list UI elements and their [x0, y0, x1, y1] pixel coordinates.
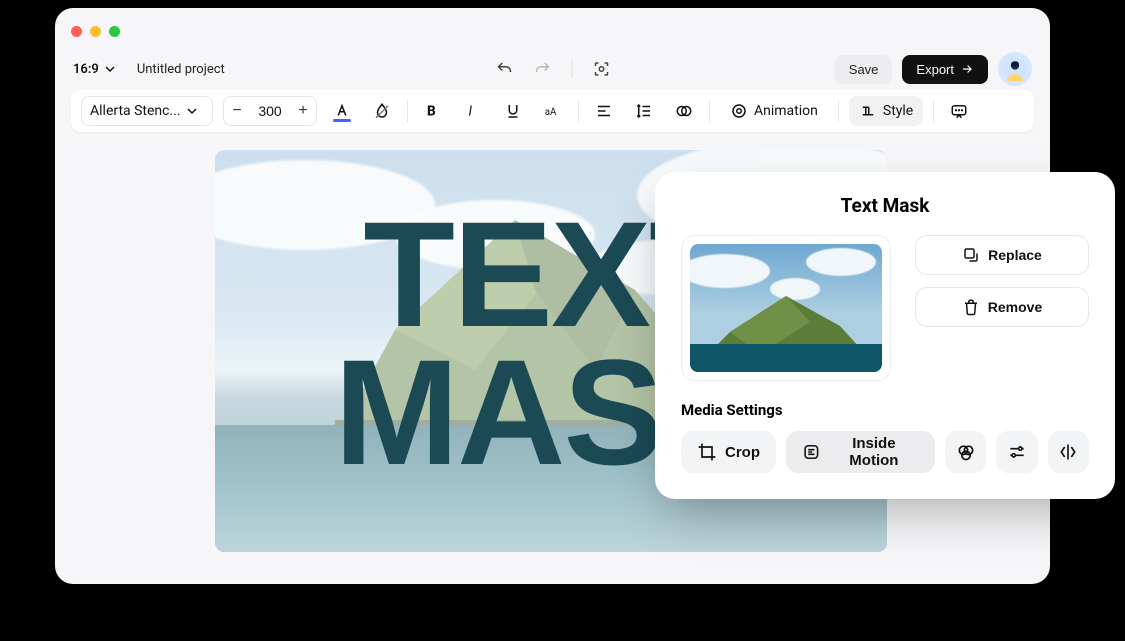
crop-label: Crop: [725, 444, 760, 461]
replace-label: Replace: [988, 247, 1042, 263]
crop-button[interactable]: Crop: [681, 431, 776, 473]
svg-text:B: B: [427, 104, 436, 120]
arrow-right-icon: [960, 62, 974, 76]
chevron-down-icon: [187, 106, 197, 116]
font-size-increment[interactable]: +: [290, 97, 316, 125]
font-size-stepper[interactable]: − +: [223, 96, 317, 126]
media-settings-heading: Media Settings: [681, 401, 1089, 419]
format-toolbar: Allerta Stenc... − + B I aA: [71, 90, 1034, 132]
filters-icon: [956, 442, 976, 462]
line-spacing-button[interactable]: [629, 96, 659, 126]
trash-icon: [962, 298, 980, 316]
adjust-button[interactable]: [996, 431, 1037, 473]
close-window-dot[interactable]: [71, 26, 82, 37]
aspect-ratio-select[interactable]: 16:9: [73, 62, 115, 77]
remove-button[interactable]: Remove: [915, 287, 1089, 327]
style-button[interactable]: Style: [849, 96, 923, 126]
font-family-select[interactable]: Allerta Stenc...: [81, 96, 213, 126]
align-button[interactable]: [589, 96, 619, 126]
inside-motion-label: Inside Motion: [829, 435, 919, 469]
style-label: Style: [883, 103, 913, 119]
avatar[interactable]: [998, 52, 1032, 86]
replace-icon: [962, 246, 980, 264]
motion-icon: [802, 442, 821, 462]
flip-button[interactable]: [1048, 431, 1089, 473]
window-controls: [71, 26, 120, 37]
undo-button[interactable]: [495, 60, 513, 78]
separator: [709, 100, 710, 122]
mask-image-preview[interactable]: [681, 235, 891, 381]
bold-button[interactable]: B: [418, 96, 448, 126]
maximize-window-dot[interactable]: [109, 26, 120, 37]
font-family-label: Allerta Stenc...: [90, 103, 181, 119]
panel-title: Text Mask: [681, 194, 1089, 217]
separator: [838, 100, 839, 122]
adjust-icon: [1007, 442, 1027, 462]
underline-button[interactable]: [498, 96, 528, 126]
replace-button[interactable]: Replace: [915, 235, 1089, 275]
separator: [571, 60, 572, 78]
save-button[interactable]: Save: [835, 55, 893, 84]
separator: [578, 100, 579, 122]
project-title[interactable]: Untitled project: [137, 62, 225, 77]
export-label: Export: [916, 62, 954, 77]
crop-icon: [697, 442, 717, 462]
italic-button[interactable]: I: [458, 96, 488, 126]
chevron-down-icon: [105, 64, 115, 74]
inside-motion-button[interactable]: Inside Motion: [786, 431, 935, 473]
comment-button[interactable]: [944, 96, 974, 126]
scan-button[interactable]: [592, 60, 610, 78]
animation-label: Animation: [754, 103, 818, 119]
filters-button[interactable]: [945, 431, 986, 473]
aspect-ratio-label: 16:9: [73, 62, 99, 77]
animation-icon: [730, 102, 748, 120]
text-case-button[interactable]: aA: [538, 96, 568, 126]
top-bar: 16:9 Untitled project Save Expor: [55, 52, 1050, 86]
svg-text:I: I: [469, 104, 473, 120]
flip-icon: [1058, 442, 1078, 462]
text-mask-panel: Text Mask Repla: [655, 172, 1115, 499]
blend-button[interactable]: [669, 96, 699, 126]
export-button[interactable]: Export: [902, 55, 988, 84]
font-size-decrement[interactable]: −: [224, 97, 250, 125]
separator: [933, 100, 934, 122]
style-icon: [859, 102, 877, 120]
highlight-color-button[interactable]: [367, 96, 397, 126]
font-size-input[interactable]: [250, 103, 290, 119]
redo-button[interactable]: [533, 60, 551, 78]
top-bar-right: Save Export: [835, 52, 1032, 86]
text-color-button[interactable]: [327, 96, 357, 126]
center-tools: [495, 60, 610, 78]
minimize-window-dot[interactable]: [90, 26, 101, 37]
animation-button[interactable]: Animation: [720, 96, 828, 126]
separator: [407, 100, 408, 122]
svg-text:aA: aA: [545, 107, 557, 118]
remove-label: Remove: [988, 299, 1042, 315]
